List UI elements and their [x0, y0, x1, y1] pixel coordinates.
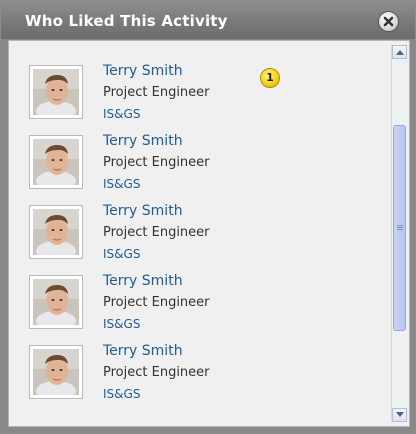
scroll-thumb[interactable] [393, 125, 406, 331]
person-name-link[interactable]: Terry Smith [103, 203, 183, 219]
person-name-link[interactable]: Terry Smith [103, 273, 183, 289]
avatar[interactable] [29, 135, 83, 189]
list-item: Terry Smith Project Engineer IS&GS [29, 133, 369, 203]
list-item: Terry Smith Project Engineer IS&GS [29, 63, 369, 133]
department-link[interactable]: IS&GS [103, 387, 140, 401]
step-badge: 1 [260, 68, 280, 88]
arrow-up-icon [396, 50, 404, 55]
scroll-down-button[interactable] [392, 408, 407, 422]
avatar[interactable] [29, 345, 83, 399]
close-icon [383, 16, 394, 27]
person-name-link[interactable]: Terry Smith [103, 133, 183, 149]
department-link[interactable]: IS&GS [103, 317, 140, 331]
vertical-scrollbar[interactable] [391, 45, 407, 422]
department-link[interactable]: IS&GS [103, 247, 140, 261]
job-title: Project Engineer [103, 155, 210, 170]
person-photo [33, 139, 79, 185]
dialog-titlebar: Who Liked This Activity [1, 1, 415, 39]
person-photo [33, 209, 79, 255]
close-button[interactable] [378, 11, 399, 32]
person-photo [33, 279, 79, 325]
person-photo [33, 349, 79, 395]
arrow-down-icon [396, 412, 404, 417]
job-title: Project Engineer [103, 365, 210, 380]
avatar[interactable] [29, 65, 83, 119]
avatar[interactable] [29, 275, 83, 329]
grip-icon [397, 225, 403, 231]
scroll-up-button[interactable] [392, 45, 407, 59]
department-link[interactable]: IS&GS [103, 107, 140, 121]
liked-activity-dialog: Who Liked This Activity Terry Smith Proj… [0, 0, 416, 434]
likers-panel: Terry Smith Project Engineer IS&GS Terry… [8, 40, 410, 427]
list-item: Terry Smith Project Engineer IS&GS [29, 343, 369, 413]
list-item: Terry Smith Project Engineer IS&GS [29, 273, 369, 343]
job-title: Project Engineer [103, 295, 210, 310]
avatar[interactable] [29, 205, 83, 259]
person-photo [33, 69, 79, 115]
department-link[interactable]: IS&GS [103, 177, 140, 191]
person-name-link[interactable]: Terry Smith [103, 63, 183, 79]
dialog-title: Who Liked This Activity [25, 12, 228, 30]
list-item: Terry Smith Project Engineer IS&GS [29, 203, 369, 273]
person-name-link[interactable]: Terry Smith [103, 343, 183, 359]
job-title: Project Engineer [103, 225, 210, 240]
job-title: Project Engineer [103, 85, 210, 100]
